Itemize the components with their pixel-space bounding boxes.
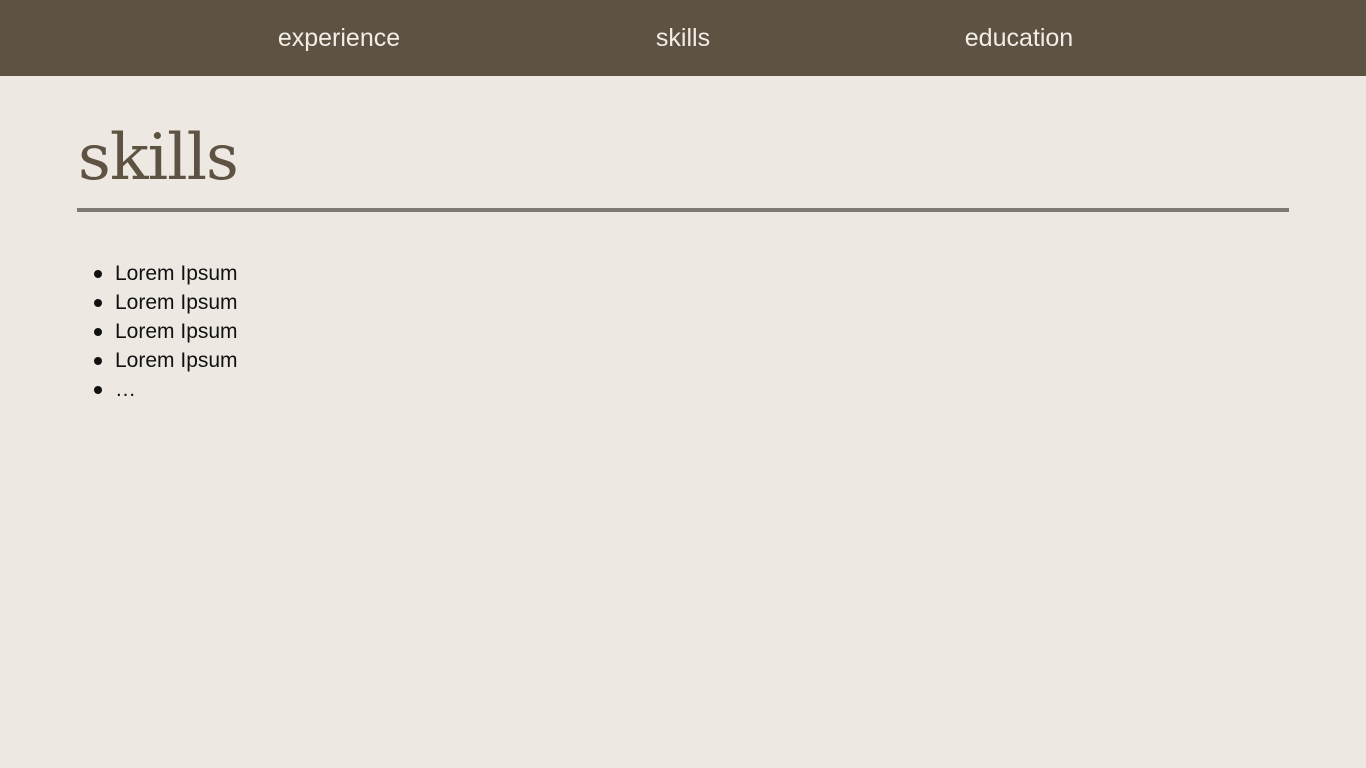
skills-list: Lorem Ipsum Lorem Ipsum Lorem Ipsum Lore… [77, 259, 238, 404]
bullet-icon [94, 299, 102, 307]
list-item: Lorem Ipsum [77, 259, 238, 288]
bullet-icon [94, 270, 102, 278]
list-item: Lorem Ipsum [77, 346, 238, 375]
nav-link-experience[interactable]: experience [278, 22, 400, 54]
skill-label: … [115, 378, 136, 401]
skill-label: Lorem Ipsum [115, 291, 238, 314]
title-divider [77, 208, 1289, 212]
top-navigation-bar: experience skills education [0, 0, 1366, 76]
nav-link-skills[interactable]: skills [656, 22, 710, 54]
bullet-icon [94, 357, 102, 365]
list-item: … [77, 375, 238, 404]
bullet-icon [94, 386, 102, 394]
list-item: Lorem Ipsum [77, 317, 238, 346]
skill-label: Lorem Ipsum [115, 262, 238, 285]
page-title: skills [78, 121, 239, 195]
bullet-icon [94, 328, 102, 336]
skill-label: Lorem Ipsum [115, 349, 238, 372]
list-item: Lorem Ipsum [77, 288, 238, 317]
nav-link-education[interactable]: education [965, 22, 1073, 54]
skill-label: Lorem Ipsum [115, 320, 238, 343]
